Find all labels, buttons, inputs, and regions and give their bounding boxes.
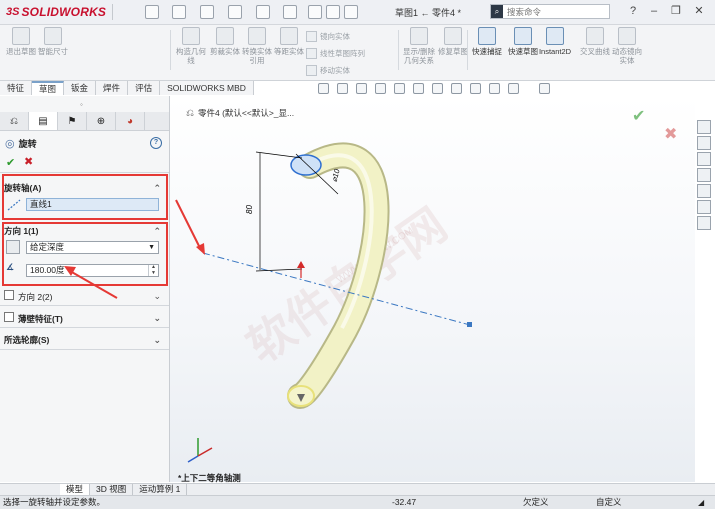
status-coordinate: -32.47 <box>392 497 417 507</box>
task-pane-bar <box>697 120 713 232</box>
custom-properties-icon[interactable] <box>697 200 711 214</box>
appearances-icon[interactable] <box>697 184 711 198</box>
bottom-tab-nav[interactable] <box>0 484 60 495</box>
bottom-tab[interactable]: 3D 视图 <box>90 484 134 495</box>
status-units[interactable]: 自定义 <box>596 496 622 509</box>
status-bar: 选择一旋转轴并设定参数。 -32.47 欠定义 自定义 ◢ <box>0 495 715 509</box>
home-icon[interactable] <box>697 120 711 134</box>
resources-icon[interactable] <box>697 136 711 150</box>
bottom-tab[interactable]: 模型 <box>60 484 91 495</box>
annotation-arrow-2 <box>69 270 118 299</box>
file-explorer-icon[interactable] <box>697 168 711 182</box>
status-message: 选择一旋转轴并设定参数。 <box>3 497 106 507</box>
status-definition: 欠定义 <box>523 497 549 507</box>
status-toggle-icon[interactable]: ◢ <box>698 496 704 509</box>
forum-icon[interactable] <box>697 216 711 230</box>
bottom-tab[interactable]: 运动算例 1 <box>133 484 188 495</box>
design-library-icon[interactable] <box>697 152 711 166</box>
annotation-arrow-1 <box>175 199 202 251</box>
bottom-tabs: 模型 3D 视图 运动算例 1 <box>0 483 715 495</box>
annotation-arrows <box>64 199 205 299</box>
